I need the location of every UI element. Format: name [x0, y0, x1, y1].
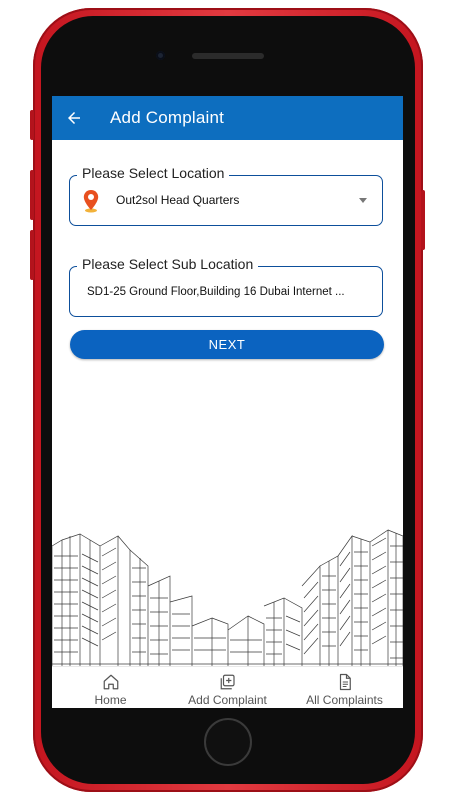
location-pin-icon — [83, 190, 99, 213]
power-button — [421, 190, 425, 250]
nav-label-add-complaint: Add Complaint — [188, 693, 267, 707]
nav-label-all-complaints: All Complaints — [306, 693, 383, 707]
phone-home-button[interactable] — [204, 718, 252, 766]
document-icon — [339, 673, 351, 691]
volume-down-button — [30, 230, 34, 280]
app-bar: Add Complaint — [52, 96, 403, 140]
nav-label-home: Home — [94, 693, 127, 707]
earpiece-speaker — [192, 53, 264, 59]
page-title: Add Complaint — [110, 108, 225, 127]
location-value: Out2sol Head Quarters — [116, 193, 240, 207]
back-button[interactable] — [52, 96, 96, 140]
city-skyline-illustration — [52, 529, 403, 666]
sub-location-value: SD1-25 Ground Floor,Building 16 Dubai In… — [87, 286, 345, 298]
volume-up-button — [30, 170, 34, 220]
app-screen: Add Complaint Please Select Location Out… — [52, 96, 403, 708]
home-icon — [103, 674, 118, 690]
dropdown-arrow-icon — [359, 198, 367, 203]
nav-item-all-complaints[interactable]: All Complaints — [286, 667, 403, 708]
sub-location-label: Please Select Sub Location — [77, 256, 259, 272]
sub-location-select[interactable]: Please Select Sub Location SD1-25 Ground… — [69, 256, 383, 317]
nav-item-home[interactable]: Home — [52, 667, 169, 708]
location-label: Please Select Location — [77, 165, 230, 181]
arrow-left-icon — [68, 112, 80, 124]
nav-item-add-complaint[interactable]: Add Complaint — [169, 667, 286, 708]
front-camera — [156, 51, 165, 60]
mute-switch — [30, 110, 34, 140]
location-select[interactable]: Please Select Location Out2sol Head Quar… — [69, 165, 383, 226]
next-button[interactable]: NEXT — [70, 330, 384, 359]
bottom-navigation: Home Add Complaint All Complaints — [52, 666, 403, 708]
add-complaint-icon — [220, 674, 235, 690]
